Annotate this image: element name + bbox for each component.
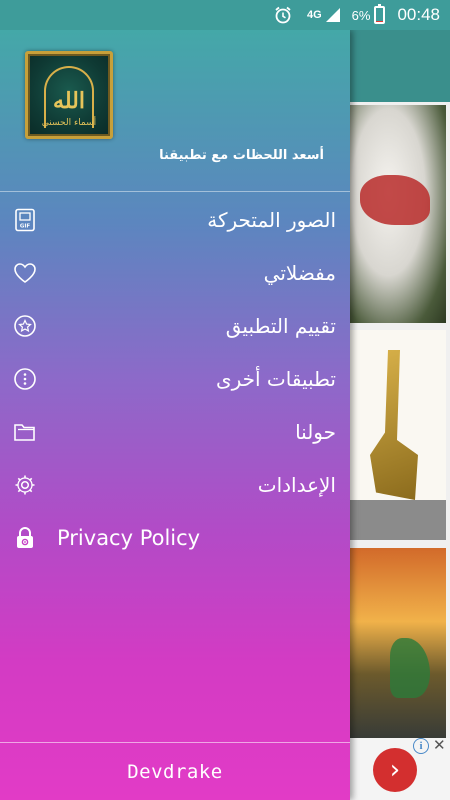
header-tagline: أسعد اللحظات مع تطبيقنا	[159, 148, 324, 163]
network-type: 4G	[306, 9, 322, 21]
gear-icon	[13, 473, 37, 497]
menu-item-label: الصور المتحركة	[207, 207, 336, 232]
more-vertical-icon	[13, 367, 37, 391]
image-tile[interactable]	[350, 548, 446, 758]
status-bar: 4G 6% 00:48	[0, 0, 450, 30]
gif-icon: GIF	[13, 208, 37, 232]
drawer-menu: GIF الصور المتحركة مفضلاتي تقييم التطبيق…	[0, 193, 350, 564]
menu-item-favorites[interactable]: مفضلاتي	[0, 246, 350, 299]
menu-item-privacy-policy[interactable]: Privacy Policy	[0, 511, 350, 564]
image-tile[interactable]	[350, 105, 446, 323]
menu-item-label: مفضلاتي	[263, 260, 336, 285]
drawer-header: الله أسماء الحسنى أسعد اللحظات مع تطبيقن…	[0, 30, 350, 192]
drawer-footer: Devdrake	[0, 742, 350, 800]
battery-percent: 6%	[351, 7, 371, 23]
alarm-icon	[273, 5, 293, 25]
developer-name: Devdrake	[127, 760, 223, 783]
privacy-lock-icon	[13, 526, 37, 550]
heart-icon	[13, 261, 37, 285]
folder-icon	[13, 420, 37, 444]
star-badge-icon	[13, 314, 37, 338]
menu-item-label: حولنا	[295, 419, 336, 444]
menu-item-rate-app[interactable]: تقييم التطبيق	[0, 299, 350, 352]
menu-item-label: Privacy Policy	[57, 525, 201, 550]
logo-subtext: أسماء الحسنى	[41, 118, 97, 128]
logo-text: الله	[53, 88, 85, 114]
menu-item-about[interactable]: حولنا	[0, 405, 350, 458]
ad-next-button[interactable]: ›	[373, 748, 417, 792]
navigation-drawer: الله أسماء الحسنى أسعد اللحظات مع تطبيقن…	[0, 30, 350, 800]
image-tile[interactable]	[350, 500, 446, 540]
menu-item-other-apps[interactable]: تطبيقات أخرى	[0, 352, 350, 405]
menu-item-label: الإعدادات	[257, 472, 336, 497]
menu-item-label: تطبيقات أخرى	[215, 366, 336, 391]
ad-close-icon[interactable]: ✕	[433, 736, 446, 754]
signal-icon	[324, 7, 342, 23]
app-logo: الله أسماء الحسنى	[25, 51, 113, 139]
clock: 00:48	[397, 5, 440, 24]
menu-item-settings[interactable]: الإعدادات	[0, 458, 350, 511]
image-tile[interactable]	[350, 330, 446, 520]
battery-icon	[374, 4, 386, 24]
ad-info-icon[interactable]: i	[413, 738, 429, 754]
svg-text:GIF: GIF	[20, 223, 31, 229]
menu-item-animated-images[interactable]: GIF الصور المتحركة	[0, 193, 350, 246]
menu-item-label: تقييم التطبيق	[225, 313, 336, 338]
